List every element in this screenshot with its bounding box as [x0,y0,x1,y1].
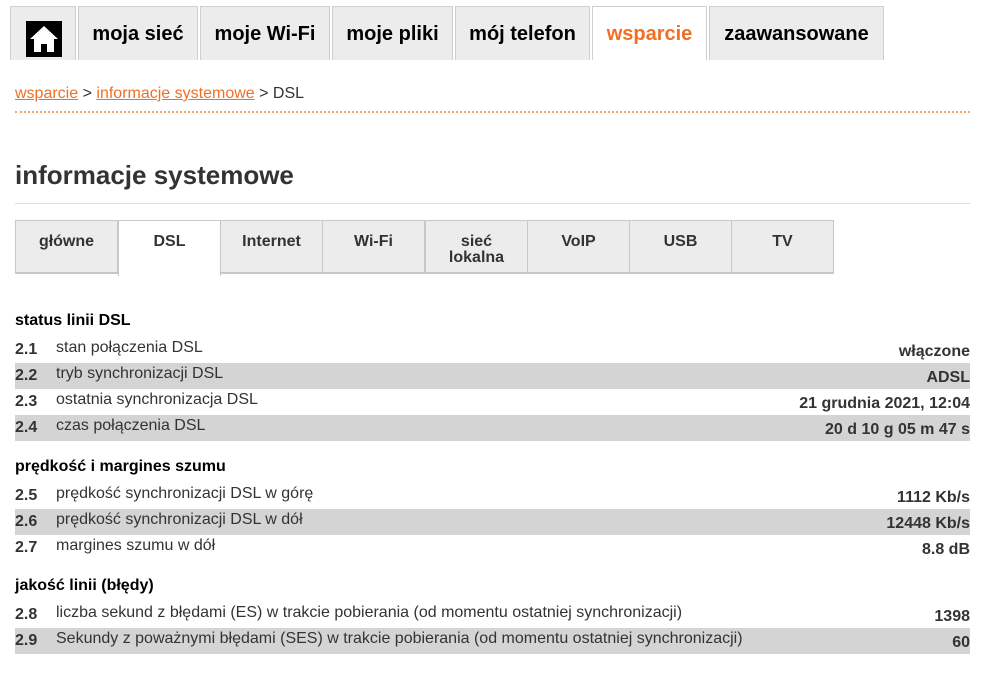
page-title: informacje systemowe [15,160,294,190]
top-navigation: moja sieć moje Wi-Fi moje pliki mój tele… [0,0,999,60]
subtab-voip[interactable]: VoIP [527,220,630,274]
breadcrumb-current: DSL [272,85,305,102]
subtab-label: USB [663,233,698,250]
nav-tab-moje-pliki[interactable]: moje pliki [332,6,453,60]
breadcrumb-divider [15,111,970,113]
info-row: 2.9 Sekundy z poważnymi błędami (SES) w … [15,628,970,654]
section-title-status-linii: status linii DSL [15,312,131,329]
row-label: margines szumu w dół [56,537,216,554]
info-row: 2.1 stan połączenia DSL włączone [15,337,970,363]
row-label: stan połączenia DSL [56,339,203,356]
info-row: 2.6 prędkość synchronizacji DSL w dół 12… [15,509,970,535]
subtab-glowne[interactable]: główne [15,220,118,274]
subtab-label: główne [38,233,95,250]
subtab-label: sieć lokalna [426,221,527,266]
row-number: 2.5 [15,487,38,504]
row-number: 2.8 [15,606,38,623]
nav-tab-moj-telefon[interactable]: mój telefon [455,6,590,60]
section-title-jakosc-linii: jakość linii (błędy) [15,577,154,594]
row-label: prędkość synchronizacji DSL w górę [56,485,314,502]
row-value: 8.8 dB [921,541,970,558]
row-number: 2.9 [15,632,38,649]
subtab-usb[interactable]: USB [629,220,732,274]
subtab-label-line2: lokalna [448,249,505,266]
row-value: 60 [952,634,970,651]
row-label: liczba sekund z błędami (ES) w trakcie p… [56,604,683,621]
breadcrumb-link-informacje-systemowe[interactable]: informacje systemowe [96,85,254,102]
row-number: 2.2 [15,367,38,384]
breadcrumb-separator: > [82,85,92,102]
info-row: 2.2 tryb synchronizacji DSL ADSL [15,363,970,389]
subtab-internet[interactable]: Internet [220,220,323,274]
info-row: 2.4 czas połączenia DSL 20 d 10 g 05 m 4… [15,415,970,441]
nav-tab-wsparcie[interactable]: wsparcie [592,6,707,60]
breadcrumb-link-wsparcie[interactable]: wsparcie [15,85,78,102]
subtab-label-line1: sieć [460,233,493,250]
info-row: 2.7 margines szumu w dół 8.8 dB [15,535,970,561]
nav-tab-zaawansowane[interactable]: zaawansowane [709,6,884,60]
row-number: 2.3 [15,393,38,410]
info-row: 2.5 prędkość synchronizacji DSL w górę 1… [15,483,970,509]
nav-tab-moja-siec[interactable]: moja sieć [78,6,198,60]
row-number: 2.1 [15,341,38,358]
subtab-wifi[interactable]: Wi-Fi [322,220,425,274]
subtab-label: VoIP [561,233,596,250]
info-row: 2.8 liczba sekund z błędami (ES) w trakc… [15,602,970,628]
section-title-predkosc: prędkość i margines szumu [15,458,226,475]
nav-tab-moje-wifi[interactable]: moje Wi-Fi [200,6,330,60]
subtab-label: DSL [153,233,186,250]
row-number: 2.6 [15,513,38,530]
row-label: ostatnia synchronizacja DSL [56,391,258,408]
row-label: czas połączenia DSL [56,417,206,434]
row-value: 20 d 10 g 05 m 47 s [825,421,970,438]
row-label: prędkość synchronizacji DSL w dół [56,511,303,528]
row-label: tryb synchronizacji DSL [56,365,224,382]
subtab-label: Internet [242,233,301,250]
row-label: Sekundy z poważnymi błędami (SES) w trak… [56,630,743,647]
subtab-tv[interactable]: TV [731,220,834,274]
row-number: 2.7 [15,539,38,556]
row-number: 2.4 [15,419,38,436]
subtab-label: Wi-Fi [354,233,393,250]
info-row: 2.3 ostatnia synchronizacja DSL 21 grudn… [15,389,970,415]
title-divider [15,203,970,204]
subtab-siec-lokalna[interactable]: sieć lokalna [425,220,528,274]
home-button[interactable] [10,6,76,60]
breadcrumb: wsparcie > informacje systemowe > DSL [15,85,304,103]
home-icon [26,21,62,57]
breadcrumb-separator: > [259,85,269,102]
subtab-dsl[interactable]: DSL [118,220,221,276]
subtab-label: TV [772,233,793,250]
